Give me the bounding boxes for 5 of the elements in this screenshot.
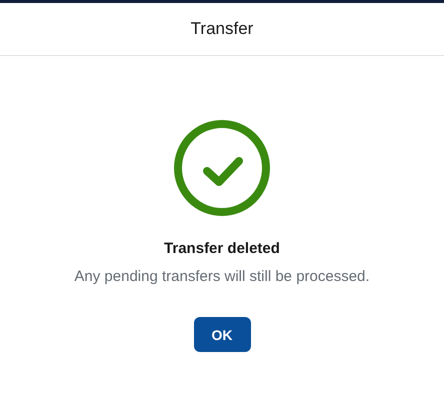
check-circle-icon [173,119,271,217]
result-heading: Transfer deleted [164,240,280,257]
result-message: Any pending transfers will still be processed. [74,268,370,285]
ok-button[interactable]: OK [194,317,250,352]
dialog-title: Transfer [190,19,254,39]
